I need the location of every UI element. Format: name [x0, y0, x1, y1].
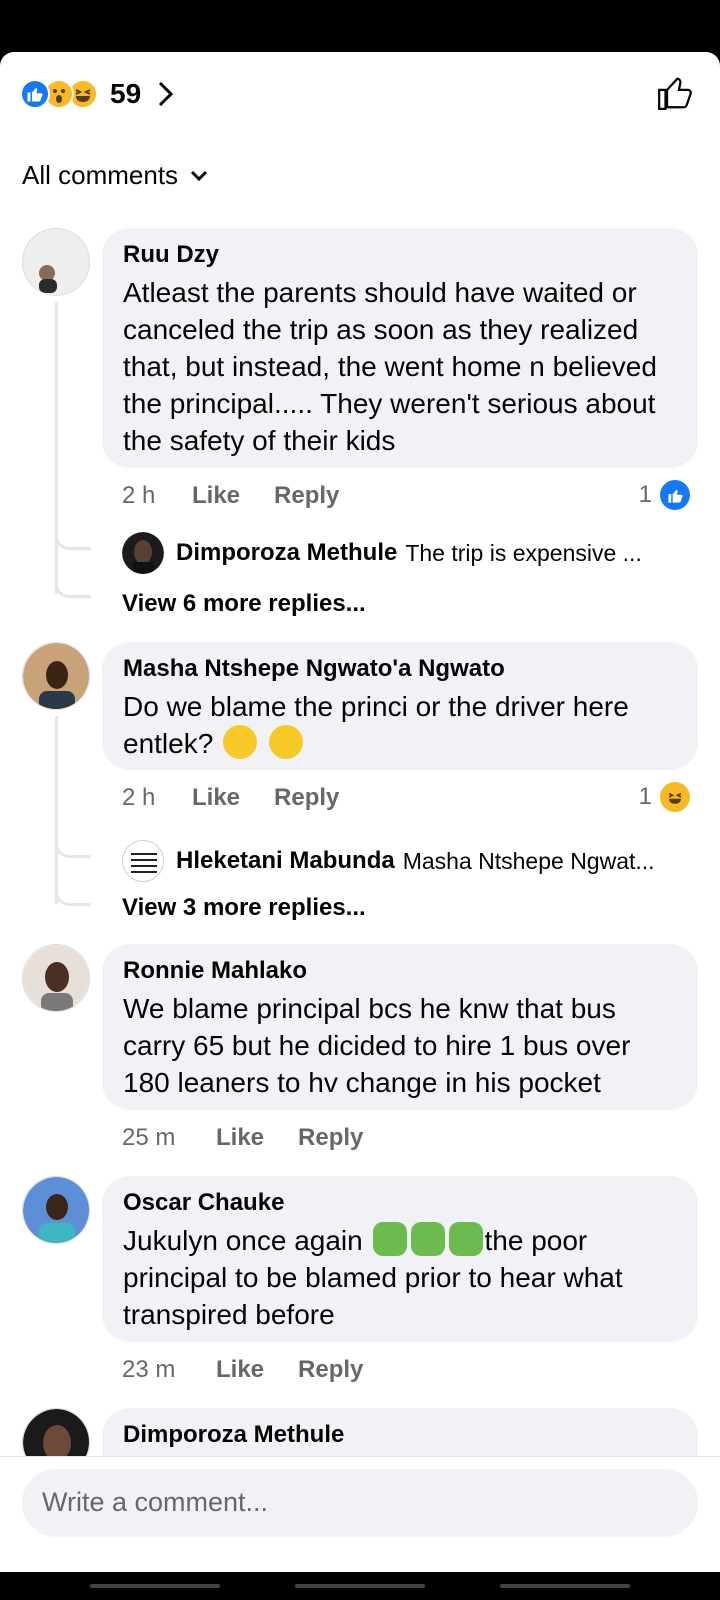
comment-author[interactable]: Masha Ntshepe Ngwato'a Ngwato [123, 654, 678, 684]
comment-composer: Write a comment... [0, 1456, 720, 1572]
reply-branch [55, 580, 91, 598]
comment-text: Do we blame the princi or the driver her… [123, 688, 678, 762]
nav-handle[interactable] [295, 1584, 425, 1588]
comment-filter[interactable]: All comments [22, 160, 208, 191]
reply-avatar[interactable] [122, 840, 164, 882]
reply-snippet: The trip is expensive ... [405, 539, 642, 566]
comment-author[interactable]: Dimporoza Methule [123, 1420, 678, 1450]
reply-branch [55, 532, 91, 550]
like-button-icon[interactable] [656, 74, 694, 117]
reactions-bar: 59 [0, 52, 720, 132]
reply-avatar[interactable] [122, 532, 164, 574]
view-more-replies-link[interactable]: View 3 more replies... [122, 894, 366, 922]
chevron-right-icon [159, 81, 174, 107]
person-gesturing-emoji [372, 1222, 407, 1256]
like-button[interactable]: Like [192, 482, 240, 510]
reaction-summary[interactable]: 59 [20, 78, 175, 110]
comment-reaction-count[interactable]: 1 [639, 782, 690, 812]
reply-button[interactable]: Reply [274, 482, 339, 510]
comment-actions: 2 h Like Reply [122, 784, 373, 812]
reply-snippet: Masha Ntshepe Ngwat... [402, 847, 655, 874]
reply-thread-line [55, 716, 91, 904]
reply-branch [55, 840, 91, 858]
reaction-number: 1 [638, 783, 652, 810]
reply-thread-line [55, 302, 91, 594]
like-icon [660, 480, 690, 510]
reply-branch [55, 888, 91, 906]
reaction-number: 1 [638, 481, 652, 508]
comment-text-part: Do we blame the princi or the driver her… [123, 691, 629, 759]
comment-text: We blame principal bcs he knw that bus c… [123, 993, 631, 1098]
comments-sheet: 59 All comments Ruu Dzy Atleast the pare… [0, 52, 720, 1572]
reply-preview[interactable]: Dimporoza Methule The trip is expensive … [122, 532, 682, 574]
like-button[interactable]: Like [192, 784, 240, 812]
haha-icon [660, 782, 690, 812]
comment-actions: 25 m Like Reply [122, 1124, 397, 1152]
avatar[interactable] [22, 1176, 90, 1244]
comment-text: Jukulyn once again the poor principal to… [123, 1222, 678, 1333]
comment-time[interactable]: 25 m [122, 1124, 216, 1152]
reply-author[interactable]: Dimporoza Methule [176, 539, 397, 567]
comment-time[interactable]: 23 m [122, 1356, 216, 1384]
comment-text-part: Jukulyn once again [123, 1225, 363, 1256]
comment-author[interactable]: Ruu Dzy [123, 240, 678, 270]
comment-bubble[interactable]: Ronnie Mahlako We blame principal bcs he… [102, 944, 698, 1110]
nav-handle[interactable] [500, 1584, 630, 1588]
person-gesturing-emoji [410, 1222, 445, 1256]
view-more-replies-link[interactable]: View 6 more replies... [122, 590, 366, 618]
comment-input[interactable]: Write a comment... [22, 1469, 698, 1537]
comment-author[interactable]: Oscar Chauke [123, 1188, 678, 1218]
reply-button[interactable]: Reply [298, 1356, 363, 1384]
like-icon [20, 79, 50, 109]
comment-reaction-count[interactable]: 1 [639, 480, 690, 510]
comment-time[interactable]: 2 h [122, 482, 192, 510]
thinking-face-emoji [268, 725, 303, 759]
comment-bubble[interactable]: Oscar Chauke Jukulyn once again the poor… [102, 1176, 698, 1342]
reply-button[interactable]: Reply [274, 784, 339, 812]
comment-author[interactable]: Ronnie Mahlako [123, 956, 678, 986]
comment-bubble[interactable]: Masha Ntshepe Ngwato'a Ngwato Do we blam… [102, 642, 698, 770]
avatar[interactable] [22, 228, 90, 296]
like-button[interactable]: Like [216, 1124, 264, 1152]
avatar[interactable] [22, 944, 90, 1012]
comment-text: Atleast the parents should have waited o… [123, 277, 657, 456]
person-gesturing-emoji [448, 1222, 483, 1256]
comment-actions: 23 m Like Reply [122, 1356, 397, 1384]
filter-label: All comments [22, 160, 179, 190]
like-button[interactable]: Like [216, 1356, 264, 1384]
nav-handle[interactable] [90, 1584, 220, 1588]
reply-author[interactable]: Hleketani Mabunda [176, 847, 395, 875]
avatar[interactable] [22, 642, 90, 710]
comment-time[interactable]: 2 h [122, 784, 192, 812]
comment-bubble[interactable]: Ruu Dzy Atleast the parents should have … [102, 228, 698, 468]
comment-actions: 2 h Like Reply [122, 482, 373, 510]
system-nav-bar [0, 1572, 720, 1600]
thinking-face-emoji [223, 725, 258, 759]
reply-button[interactable]: Reply [298, 1124, 363, 1152]
chevron-down-icon [190, 170, 208, 181]
reaction-count: 59 [110, 78, 142, 109]
reply-preview[interactable]: Hleketani Mabunda Masha Ntshepe Ngwat... [122, 840, 682, 882]
